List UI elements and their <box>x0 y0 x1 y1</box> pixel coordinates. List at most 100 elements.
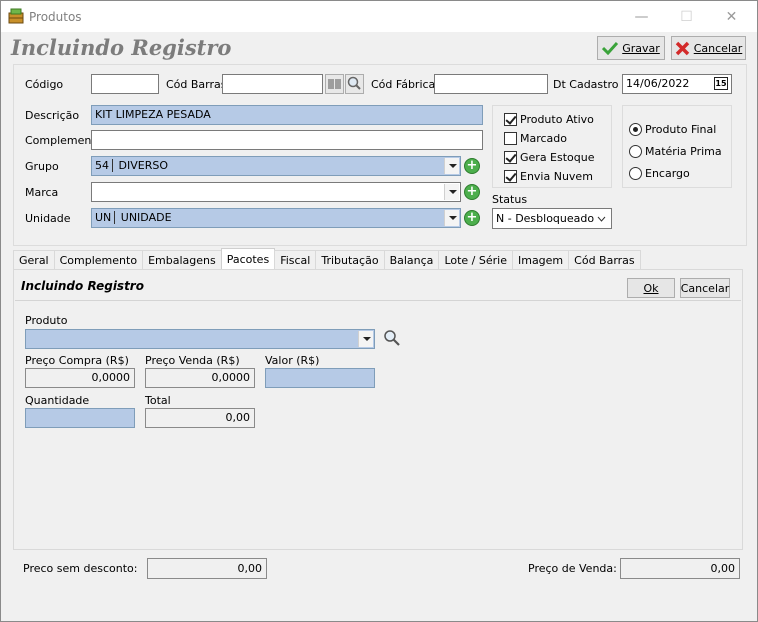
calendar-icon[interactable]: 15 <box>714 77 728 90</box>
maximize-button[interactable]: ☐ <box>664 3 709 31</box>
preco-sem-desconto-field: 0,00 <box>147 558 267 579</box>
radio-button <box>629 145 642 158</box>
tab-pacotes[interactable]: Pacotes <box>220 248 276 270</box>
produto-label: Produto <box>25 314 68 327</box>
status-label: Status <box>492 193 528 206</box>
checkbox-box <box>504 151 517 164</box>
radio-label: Encargo <box>645 167 690 180</box>
cod-fabrica-label: Cód Fábrica <box>371 78 436 91</box>
checkbox-box <box>504 132 517 145</box>
total-input[interactable]: 0,00 <box>145 408 255 428</box>
pacotes-cancel-button[interactable]: Cancelar <box>680 278 730 298</box>
dt-cadastro-input[interactable]: 14/06/2022 15 <box>622 74 732 94</box>
dt-cadastro-value: 14/06/2022 <box>626 77 690 90</box>
preco-venda-input[interactable]: 0,0000 <box>145 368 255 388</box>
produto-ativo-checkbox[interactable]: Produto Ativo <box>504 113 594 126</box>
search-produto-icon[interactable] <box>383 329 401 347</box>
valor-input[interactable] <box>265 368 375 388</box>
cod-fabrica-input[interactable] <box>434 74 548 94</box>
status-value: N - Desbloqueado <box>496 212 595 225</box>
envia-nuvem-checkbox[interactable]: Envia Nuvem <box>504 170 593 183</box>
preco-venda-footer-label: Preço de Venda: <box>528 562 617 575</box>
gera-estoque-checkbox[interactable]: Gera Estoque <box>504 151 595 164</box>
checkbox-label: Envia Nuvem <box>520 170 593 183</box>
minimize-button[interactable]: — <box>619 3 664 31</box>
checkbox-label: Gera Estoque <box>520 151 595 164</box>
grupo-code: 54 <box>95 159 113 172</box>
products-window: Produtos — ☐ ✕ Incluindo Registro Gravar… <box>0 0 758 622</box>
preco-sem-desconto-label: Preco sem desconto: <box>23 562 138 575</box>
preco-venda-label: Preço Venda (R$) <box>145 354 240 367</box>
tab-complemento[interactable]: Complemento <box>53 250 144 270</box>
preco-compra-label: Preço Compra (R$) <box>25 354 129 367</box>
checkbox-label: Marcado <box>520 132 568 145</box>
status-select[interactable]: N - Desbloqueado <box>492 208 612 229</box>
produto-final-radio[interactable]: Produto Final <box>629 123 716 136</box>
ok-button-label: Ok <box>643 281 659 295</box>
close-button[interactable]: ✕ <box>709 3 754 31</box>
marcado-checkbox[interactable]: Marcado <box>504 132 567 145</box>
descricao-input[interactable]: KIT LIMPEZA PESADA <box>91 105 483 125</box>
valor-label: Valor (R$) <box>265 354 320 367</box>
checkbox-label: Produto Ativo <box>520 113 594 126</box>
tab-imagem[interactable]: Imagem <box>511 250 570 270</box>
window-title: Produtos <box>29 10 82 24</box>
cancel-button[interactable]: Cancelar <box>671 36 746 60</box>
save-button[interactable]: Gravar <box>597 36 665 60</box>
tab-geral[interactable]: Geral <box>13 250 55 270</box>
quantidade-input[interactable] <box>25 408 135 428</box>
unidade-select[interactable]: UN UNIDADE <box>91 208 461 228</box>
save-button-label: Gravar <box>622 41 660 55</box>
ok-button[interactable]: Ok <box>627 278 675 298</box>
cod-barras-label: Cód Barras <box>166 78 227 91</box>
marca-select[interactable] <box>91 182 461 202</box>
app-icon <box>8 8 24 24</box>
dt-cadastro-label: Dt Cadastro <box>553 78 619 91</box>
grupo-name: DIVERSO <box>118 159 168 172</box>
radio-button <box>629 167 642 180</box>
grupo-label: Grupo <box>25 160 59 173</box>
add-unidade-icon[interactable]: + <box>464 210 480 226</box>
cod-barras-input[interactable] <box>222 74 323 94</box>
tab-tributacao[interactable]: Tributação <box>315 250 385 270</box>
pacotes-title: Incluindo Registro <box>21 279 144 293</box>
materia-prima-radio[interactable]: Matéria Prima <box>629 145 722 158</box>
complemento-input[interactable] <box>91 130 483 150</box>
radio-button <box>629 123 642 136</box>
tab-bar: Geral Complemento Embalagens Pacotes Fis… <box>13 248 641 270</box>
checkbox-box <box>504 170 517 183</box>
chevron-down-icon[interactable] <box>444 210 459 226</box>
tab-balanca[interactable]: Balança <box>383 250 440 270</box>
quantidade-label: Quantidade <box>25 394 90 407</box>
tab-lote-serie[interactable]: Lote / Série <box>438 250 513 270</box>
checkbox-box <box>504 113 517 126</box>
grupo-select[interactable]: 54 DIVERSO <box>91 156 461 176</box>
check-icon <box>602 41 619 55</box>
search-icon[interactable] <box>345 74 364 94</box>
cross-icon <box>675 41 689 55</box>
preco-compra-input[interactable]: 0,0000 <box>25 368 135 388</box>
cancel-button-label: Cancelar <box>693 41 743 55</box>
page-title: Incluindo Registro <box>11 35 232 60</box>
add-marca-icon[interactable]: + <box>464 184 480 200</box>
radio-label: Produto Final <box>645 123 717 136</box>
chevron-down-icon[interactable] <box>358 331 373 347</box>
encargo-radio[interactable]: Encargo <box>629 167 690 180</box>
unidade-name: UNIDADE <box>120 211 172 224</box>
unidade-label: Unidade <box>25 212 71 225</box>
chevron-down-icon[interactable] <box>444 184 459 200</box>
tab-embalagens[interactable]: Embalagens <box>142 250 222 270</box>
add-grupo-icon[interactable]: + <box>464 158 480 174</box>
chevron-down-icon <box>597 216 606 222</box>
codigo-input[interactable] <box>91 74 159 94</box>
descricao-label: Descrição <box>25 109 80 122</box>
produto-select[interactable] <box>25 329 375 349</box>
tab-fiscal[interactable]: Fiscal <box>274 250 317 270</box>
barcode-icon[interactable] <box>325 74 344 94</box>
marca-label: Marca <box>25 186 59 199</box>
title-bar: Produtos — ☐ ✕ <box>1 1 757 32</box>
codigo-label: Código <box>25 78 64 91</box>
tab-cod-barras[interactable]: Cód Barras <box>568 250 641 270</box>
unidade-code: UN <box>95 211 116 224</box>
chevron-down-icon[interactable] <box>444 158 459 174</box>
